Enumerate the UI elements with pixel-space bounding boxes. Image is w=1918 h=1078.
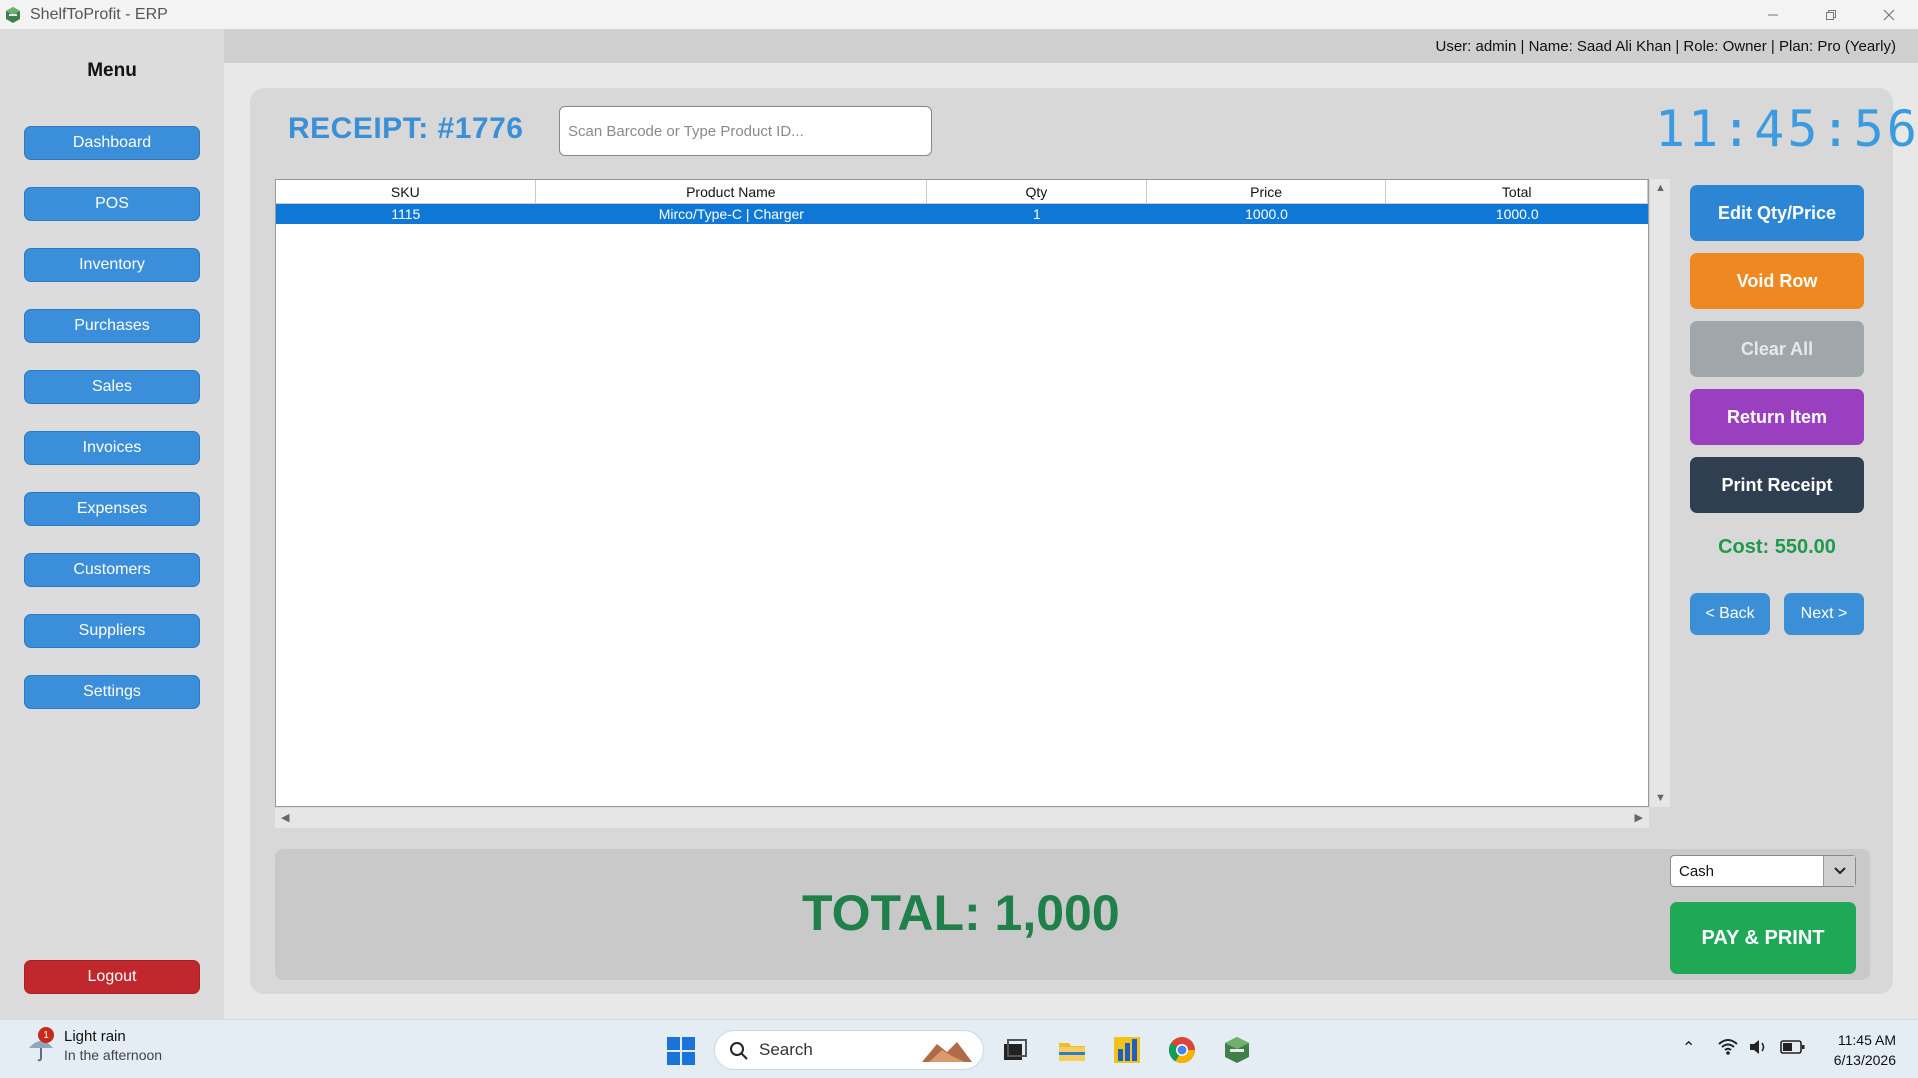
cell-sku: 1115: [391, 206, 421, 222]
search-icon: [730, 1042, 748, 1060]
weather-title: Light rain: [64, 1028, 126, 1045]
print-receipt-button[interactable]: Print Receipt: [1690, 457, 1864, 513]
back-button[interactable]: < Back: [1690, 593, 1770, 635]
void-row-button[interactable]: Void Row: [1690, 253, 1864, 309]
column-header-sku[interactable]: SKU: [276, 180, 536, 203]
sidebar-item-sales[interactable]: Sales: [24, 370, 200, 404]
window-title: ShelfToProfit - ERP: [30, 5, 168, 23]
cell-product-name: Mirco/Type-C | Charger: [658, 206, 804, 222]
chevron-up-icon[interactable]: ⌃: [1682, 1038, 1695, 1058]
weather-subtitle: In the afternoon: [64, 1047, 163, 1063]
chrome-icon[interactable]: [1167, 1035, 1197, 1065]
chevron-down-icon[interactable]: [1823, 856, 1855, 886]
system-clock[interactable]: 11:45 AM 6/13/2026: [1834, 1030, 1896, 1070]
battery-icon[interactable]: [1780, 1038, 1806, 1056]
table-header: SKU Product Name Qty Price Total: [276, 180, 1649, 204]
sidebar-item-expenses[interactable]: Expenses: [24, 492, 200, 526]
payment-method-value: Cash: [1679, 863, 1715, 880]
close-icon: [1883, 9, 1895, 20]
cell-qty: 1: [1032, 206, 1041, 222]
windows-start-icon[interactable]: [666, 1036, 696, 1066]
total-amount: TOTAL: 1,000: [802, 885, 1120, 941]
scroll-right-icon[interactable]: ▶: [1635, 811, 1643, 824]
erp-app-icon[interactable]: [1222, 1035, 1252, 1065]
user-info-bar: User: admin | Name: Saad Ali Khan | Role…: [224, 29, 1918, 63]
clear-all-button[interactable]: Clear All: [1690, 321, 1864, 377]
sidebar-item-suppliers[interactable]: Suppliers: [24, 614, 200, 648]
system-date: 6/13/2026: [1833, 1052, 1896, 1068]
close-button[interactable]: [1860, 0, 1918, 29]
search-label: Search: [759, 1040, 813, 1059]
title-bar: ShelfToProfit - ERP: [0, 0, 1918, 29]
payment-method-select[interactable]: Cash: [1670, 855, 1856, 887]
digital-clock: 11:45:56: [1655, 100, 1918, 158]
next-button[interactable]: Next >: [1784, 593, 1864, 635]
sidebar-item-customers[interactable]: Customers: [24, 553, 200, 587]
table-row[interactable]: 1115 Mirco/Type-C | Charger 1 1000.0 100…: [276, 204, 1648, 224]
column-header-qty[interactable]: Qty: [927, 180, 1147, 203]
system-time: 11:45 AM: [1837, 1032, 1896, 1048]
cell-total: 1000.0: [1495, 206, 1539, 222]
sidebar-item-inventory[interactable]: Inventory: [24, 248, 200, 282]
receipt-title: RECEIPT: #1776: [288, 112, 524, 145]
sidebar-item-dashboard[interactable]: Dashboard: [24, 126, 200, 160]
restore-icon: [1826, 9, 1836, 20]
wifi-icon[interactable]: [1718, 1038, 1738, 1056]
app-logo-icon: [4, 6, 22, 24]
task-view-icon[interactable]: [1000, 1035, 1030, 1065]
return-item-button[interactable]: Return Item: [1690, 389, 1864, 445]
minimize-button[interactable]: [1744, 0, 1802, 29]
barcode-search-input[interactable]: [559, 106, 932, 156]
sidebar-item-pos[interactable]: POS: [24, 187, 200, 221]
weather-badge: 1: [38, 1027, 54, 1043]
restore-button[interactable]: [1802, 0, 1860, 29]
file-explorer-icon[interactable]: [1057, 1035, 1087, 1065]
horizontal-scrollbar[interactable]: ◀ ▶: [275, 808, 1649, 828]
logout-button[interactable]: Logout: [24, 960, 200, 994]
cell-price: 1000.0: [1245, 206, 1288, 222]
taskbar: 1 Light rain In the afternoon Search ⌃ 1…: [0, 1019, 1918, 1078]
taskbar-search-box[interactable]: Search: [714, 1030, 984, 1070]
search-highlight-icon: [922, 1042, 972, 1062]
cart-table[interactable]: SKU Product Name Qty Price Total 1115 Mi…: [275, 179, 1649, 807]
column-header-total[interactable]: Total: [1386, 180, 1649, 203]
user-info: User: admin | Name: Saad Ali Khan | Role…: [1435, 38, 1896, 55]
column-header-price[interactable]: Price: [1147, 180, 1387, 203]
sidebar: Menu Dashboard POS Inventory Purchases S…: [0, 29, 224, 1019]
pay-print-button[interactable]: PAY & PRINT: [1670, 902, 1856, 974]
column-header-product-name[interactable]: Product Name: [536, 180, 928, 203]
scroll-down-icon[interactable]: ▼: [1655, 792, 1666, 804]
cost-label: Cost: 550.00: [1718, 536, 1836, 558]
chart-app-icon[interactable]: [1112, 1035, 1142, 1065]
sidebar-item-settings[interactable]: Settings: [24, 675, 200, 709]
edit-qty-price-button[interactable]: Edit Qty/Price: [1690, 185, 1864, 241]
sidebar-item-purchases[interactable]: Purchases: [24, 309, 200, 343]
scroll-up-icon[interactable]: ▲: [1655, 182, 1666, 194]
vertical-scrollbar[interactable]: ▲ ▼: [1650, 179, 1670, 807]
sidebar-item-invoices[interactable]: Invoices: [24, 431, 200, 465]
menu-title: Menu: [87, 60, 137, 81]
minimize-icon: [1768, 14, 1778, 15]
volume-icon[interactable]: [1748, 1038, 1768, 1056]
scroll-left-icon[interactable]: ◀: [281, 811, 289, 824]
